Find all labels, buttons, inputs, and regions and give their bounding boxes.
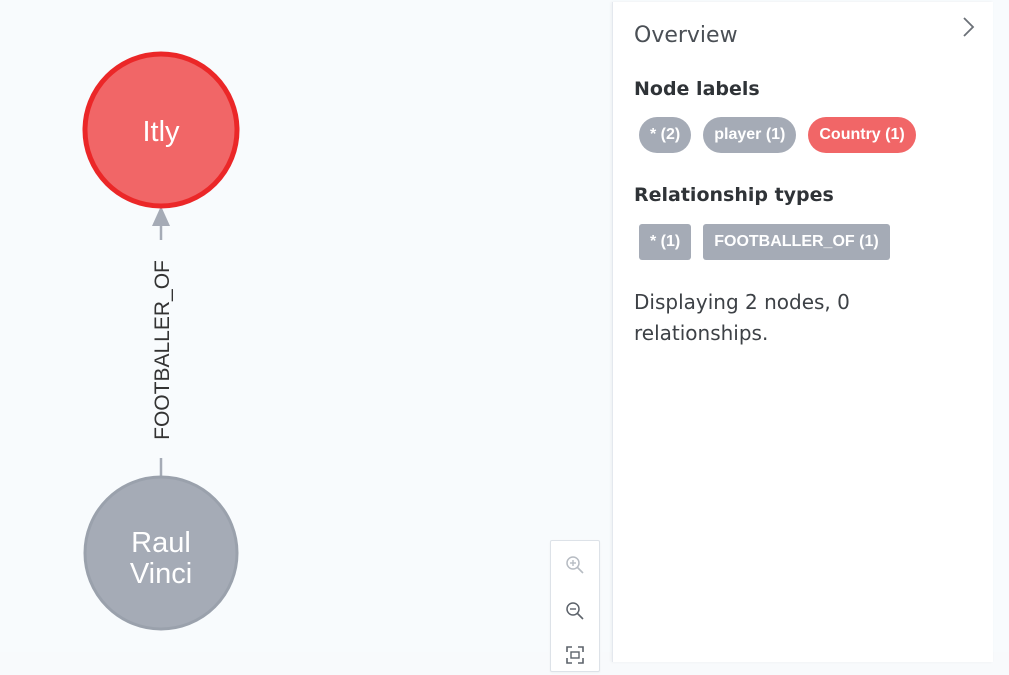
node-label-chip-player[interactable]: player (1) (703, 117, 797, 153)
chevron-right-icon (963, 17, 975, 37)
zoom-out-button[interactable] (551, 591, 599, 631)
zoom-in-icon (566, 556, 584, 574)
graph-summary-text: Displaying 2 nodes, 0 relationships. (634, 290, 850, 345)
node-itly[interactable]: Itly (82, 51, 240, 209)
relationship-type-chip-all[interactable]: * (1) (639, 224, 692, 260)
node-itly-caption: Itly (142, 116, 180, 148)
collapse-panel-button[interactable] (957, 14, 979, 40)
panel-title: Overview (634, 23, 738, 48)
node-raul-vinci-caption-line-1: Raul (131, 527, 191, 559)
relationship-type-chip-footballer-of[interactable]: FOOTBALLER_OF (1) (703, 224, 890, 260)
fit-to-screen-icon (566, 646, 584, 664)
zoom-out-icon (566, 602, 584, 620)
node-raul-vinci-caption-line-2: Vinci (130, 558, 192, 590)
node-labels-heading: Node labels (634, 78, 760, 100)
node-label-chip-country[interactable]: Country (1) (808, 117, 916, 153)
overview-panel: Overview Node labels * (2) player (1) Co… (612, 2, 993, 662)
graph-visualization[interactable]: FOOTBALLER_OF Itly Raul Vinci (0, 0, 612, 652)
node-raul-vinci[interactable]: Raul Vinci (83, 475, 239, 631)
zoom-controls (550, 540, 600, 672)
relationship-types-list: * (1) FOOTBALLER_OF (1) (639, 224, 890, 260)
relationship-label[interactable]: FOOTBALLER_OF (151, 260, 174, 440)
zoom-in-button[interactable] (551, 545, 599, 585)
node-labels-list: * (2) player (1) Country (1) (639, 117, 916, 153)
relationship-arrowhead (152, 206, 170, 226)
relationship-types-heading: Relationship types (634, 184, 834, 206)
fit-to-screen-button[interactable] (551, 635, 599, 675)
node-label-chip-all[interactable]: * (2) (639, 117, 692, 153)
